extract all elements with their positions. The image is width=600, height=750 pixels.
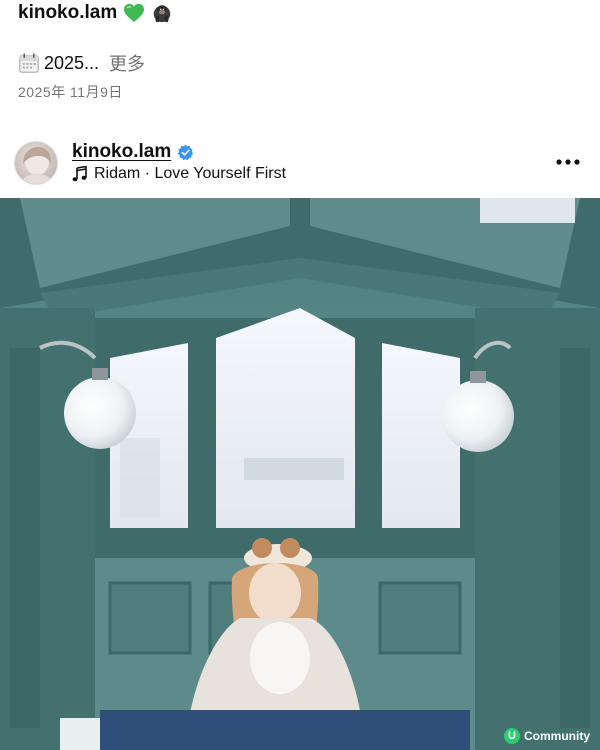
music-text: Ridam · Love Yourself First: [94, 165, 287, 182]
caption-author: kinoko.lam: [18, 0, 173, 26]
caption-text: 2025... 更多: [18, 50, 145, 76]
more-horizontal-icon[interactable]: [554, 153, 582, 171]
post-date: 2025年 11月9日: [18, 84, 123, 100]
music-note-icon: [72, 166, 87, 182]
photo-scene: [0, 198, 600, 750]
watermark: U Community: [504, 728, 590, 744]
verified-badge-icon: [178, 144, 194, 160]
watermark-badge: U: [504, 728, 520, 744]
gorilla-icon: [154, 5, 171, 23]
post-author: kinoko.lam: [72, 141, 194, 163]
calendar-icon: [19, 53, 39, 73]
caption-username[interactable]: kinoko.lam: [18, 2, 117, 24]
music-info[interactable]: Ridam · Love Yourself First: [72, 165, 286, 183]
post-photo[interactable]: U Community: [0, 198, 600, 750]
post-username[interactable]: kinoko.lam: [72, 141, 171, 163]
avatar-image: [21, 147, 53, 184]
green-heart-icon: [124, 3, 145, 23]
avatar[interactable]: [14, 141, 58, 185]
watermark-text: Community: [524, 729, 590, 743]
caption-body-text: 2025...: [44, 52, 100, 73]
more-link[interactable]: 更多: [109, 50, 145, 76]
post-header: kinoko.lam Ridam · Love Yourself First: [0, 137, 600, 195]
